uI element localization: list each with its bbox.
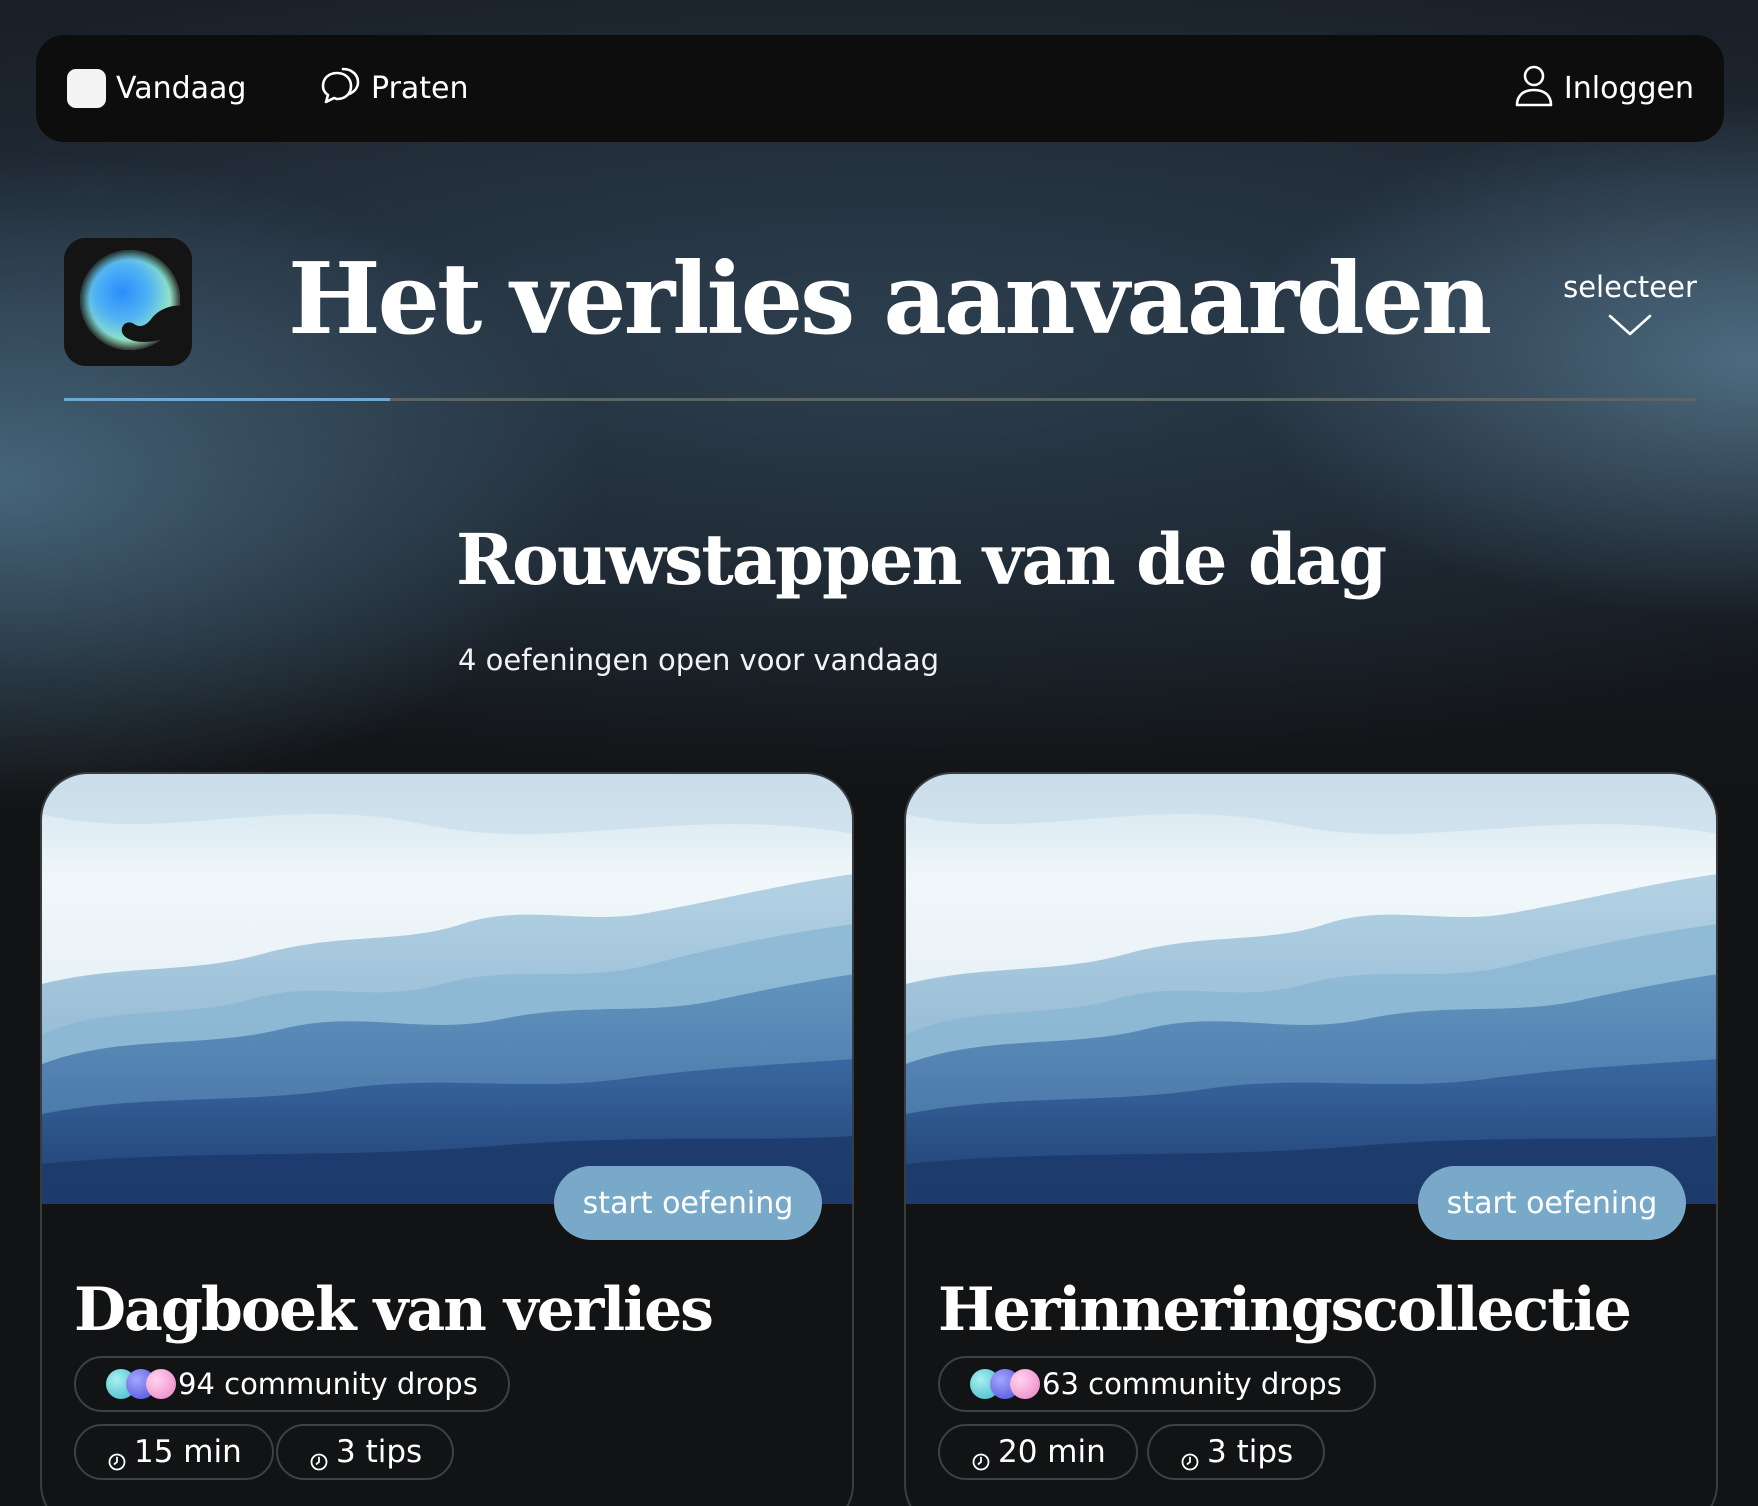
clock-icon [310,1443,328,1471]
section-subtitle: 4 oefeningen open voor vandaag [458,643,940,677]
chevron-down-icon [1545,312,1715,342]
community-drops-badge[interactable]: 63 community drops [938,1356,1376,1412]
avatar [146,1369,176,1399]
nav-login-label: Inloggen [1563,71,1694,106]
start-exercise-button[interactable]: start oefening [554,1166,822,1240]
avatar-stack [970,1369,1042,1399]
page: Vandaag Praten Inloggen Het verlies aanv… [0,0,1758,1506]
avatar [1010,1369,1040,1399]
square-icon [67,69,106,108]
card-title: Herinneringscollectie [938,1275,1632,1345]
topic-select[interactable]: selecteer [1545,262,1715,342]
card-title: Dagboek van verlies [74,1275,714,1345]
clock-icon [1181,1443,1199,1471]
duration-badge: 15 min [74,1424,274,1480]
watercolor-waves-image [906,774,1716,1204]
tips-label: 3 tips [1207,1434,1294,1470]
app-logo [64,238,192,366]
tips-badge: 3 tips [276,1424,455,1480]
chat-bubbles-icon [319,65,361,113]
tips-label: 3 tips [336,1434,423,1470]
community-drops-label: 94 community drops [178,1367,478,1401]
duration-badge: 20 min [938,1424,1138,1480]
exercise-card[interactable]: start oefening Herinneringscollectie 63 … [904,772,1718,1506]
tips-badge: 3 tips [1147,1424,1326,1480]
avatar-stack [106,1369,178,1399]
section-title: Rouwstappen van de dag [456,518,1387,601]
clock-icon [972,1443,990,1471]
top-navbar: Vandaag Praten Inloggen [36,35,1724,142]
watercolor-waves-image [42,774,852,1204]
community-drops-badge[interactable]: 94 community drops [74,1356,510,1412]
nav-talk-label: Praten [371,71,469,106]
nav-today[interactable]: Vandaag [67,35,246,142]
progress-bar-fill [64,398,391,401]
exercise-card[interactable]: start oefening Dagboek van verlies 94 co… [40,772,854,1506]
duration-label: 15 min [134,1434,242,1470]
user-icon [1514,63,1554,115]
nav-talk[interactable]: Praten [319,35,469,142]
start-exercise-button[interactable]: start oefening [1418,1166,1686,1240]
nav-today-label: Vandaag [116,71,247,106]
clock-icon [108,1443,126,1471]
duration-label: 20 min [998,1434,1106,1470]
nav-login[interactable]: Inloggen [1514,35,1694,142]
community-drops-label: 63 community drops [1042,1367,1342,1401]
select-label: selecteer [1563,270,1697,304]
page-title: Het verlies aanvaarden [288,242,1492,357]
progress-bar [64,398,1696,401]
